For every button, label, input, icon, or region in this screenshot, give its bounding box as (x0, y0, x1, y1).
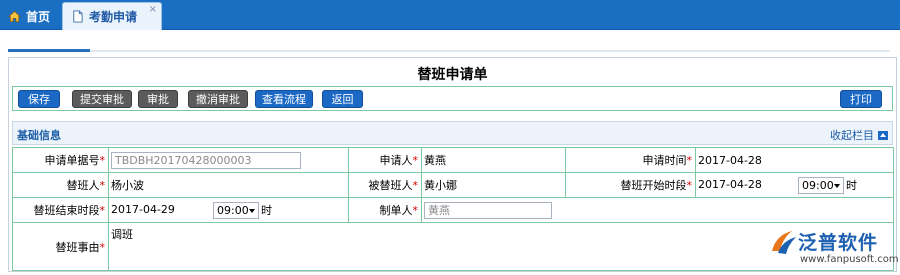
basic-info-table: 申请单据号* TBDBH20170428000003 申请人* 黄燕 申请时间*… (12, 147, 894, 271)
section-header: 基础信息 收起栏目 (12, 121, 893, 145)
form-panel: 替班申请单 保存 提交审批 审批 撤消审批 查看流程 返回 打印 基础信息 收起… (8, 57, 897, 272)
table-row: 申请单据号* TBDBH20170428000003 申请人* 黄燕 申请时间*… (12, 147, 894, 173)
end-time-select[interactable]: 09:00 (213, 201, 259, 219)
apply-time-value: 2017-04-28 (695, 147, 894, 173)
field-label: 替班人* (12, 172, 109, 198)
field-label: 申请时间* (565, 147, 696, 173)
tab-attendance-label: 考勤申请 (89, 10, 138, 24)
brand-name: 泛普软件 (798, 232, 879, 254)
start-time-select[interactable]: 09:00 (798, 176, 844, 194)
field-label: 申请单据号* (12, 147, 109, 173)
brand-url: www.fanpusoft.com (800, 254, 899, 265)
section-title: 基础信息 (17, 129, 61, 142)
tab-bar: 首页 考勤申请 × (0, 0, 900, 30)
field-label: 申请人* (348, 147, 422, 173)
tab-home-label: 首页 (26, 9, 51, 24)
save-button[interactable]: 保存 (18, 90, 60, 108)
tab-home[interactable]: 首页 (0, 2, 60, 30)
back-button[interactable]: 返回 (322, 90, 363, 108)
brand-logo-icon (772, 231, 796, 254)
close-icon[interactable]: × (149, 4, 157, 15)
home-icon (8, 10, 21, 22)
toolbar: 保存 提交审批 审批 撤消审批 查看流程 返回 打印 (12, 86, 893, 111)
field-label: 被替班人* (348, 172, 422, 198)
field-label: 替班结束时段* (12, 197, 109, 223)
chevron-down-icon (249, 208, 255, 213)
loading-track (90, 50, 890, 52)
approve-button[interactable]: 审批 (138, 90, 178, 108)
content-strip (0, 31, 900, 57)
start-date-value[interactable]: 2017-04-28 (698, 178, 798, 191)
revoke-approval-button[interactable]: 撤消审批 (188, 90, 248, 108)
collapse-label: 收起栏目 (830, 129, 874, 142)
creator-input[interactable]: 黄燕 (424, 201, 552, 219)
collapse-section-button[interactable]: 收起栏目 (830, 127, 888, 143)
end-date-value[interactable]: 2017-04-29 (111, 203, 213, 216)
loading-bar (8, 49, 90, 52)
substitute-value: 杨小波 (108, 172, 349, 198)
document-icon (73, 10, 83, 23)
collapse-icon (878, 130, 888, 140)
submit-approval-button[interactable]: 提交审批 (72, 90, 132, 108)
brand-watermark: 泛普软件 www.fanpusoft.com (766, 225, 899, 271)
print-button[interactable]: 打印 (840, 90, 882, 108)
doc-no-input[interactable]: TBDBH20170428000003 (111, 151, 301, 169)
applicant-value: 黄燕 (421, 147, 566, 173)
field-label: 替班事由* (12, 222, 109, 271)
table-row: 替班事由* 调班 (12, 222, 894, 271)
replaced-value: 黄小娜 (421, 172, 566, 198)
table-row: 替班人* 杨小波 被替班人* 黄小娜 替班开始时段* 2017-04-28 09:… (12, 172, 894, 198)
chevron-down-icon (834, 183, 840, 188)
field-label: 替班开始时段* (565, 172, 696, 198)
field-label: 制单人* (348, 197, 422, 223)
tab-attendance-request[interactable]: 考勤申请 × (62, 2, 162, 30)
view-flow-button[interactable]: 查看流程 (255, 90, 313, 108)
table-row: 替班结束时段* 2017-04-29 09:00 时 制单人* 黄燕 (12, 197, 894, 223)
page-title: 替班申请单 (417, 67, 488, 83)
